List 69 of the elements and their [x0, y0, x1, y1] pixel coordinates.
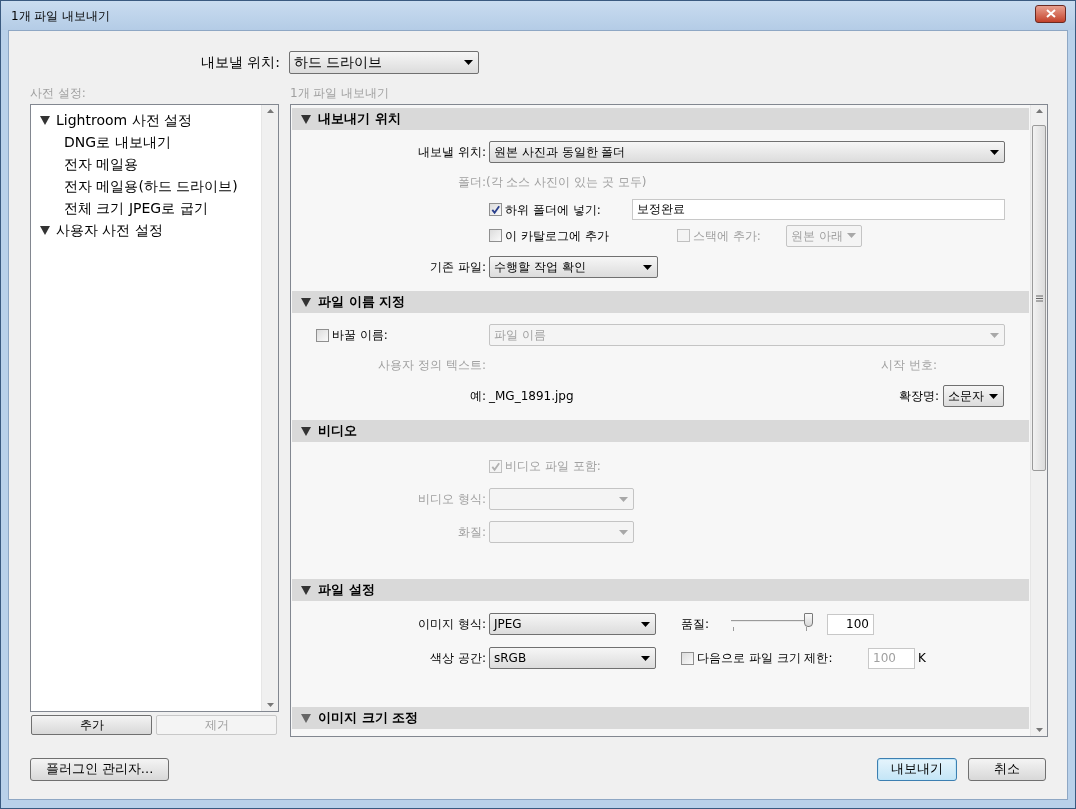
- presets-label: 사전 설정:: [30, 85, 87, 102]
- checkbox[interactable]: 다음으로 파일 크기 제한:: [681, 649, 833, 667]
- field-label: 내보낼 위치:: [417, 144, 486, 161]
- caret-icon: [641, 655, 650, 661]
- preset-button[interactable]: 추가: [31, 715, 152, 735]
- field-label: 기존 파일:: [429, 259, 486, 276]
- checkmark-icon: [490, 460, 501, 472]
- field-label: 비디오 형식:: [417, 491, 486, 508]
- dropdown[interactable]: 소문자: [943, 385, 1004, 407]
- label-text: _MG_1891.jpg: [489, 388, 574, 405]
- preset-item[interactable]: 전체 크기 JPEG로 굽기: [40, 197, 261, 219]
- checkbox[interactable]: 하위 폴더에 넣기:: [489, 200, 601, 219]
- dropdown[interactable]: 원본 사진과 동일한 폴더: [489, 141, 1005, 163]
- label-text: 확장명:: [898, 388, 939, 405]
- scroll-down-icon: [1035, 728, 1043, 732]
- preset-item[interactable]: DNG로 내보내기: [40, 131, 261, 153]
- field-label: 예:: [468, 388, 486, 405]
- dropdown[interactable]: 수행할 작업 확인: [489, 256, 658, 278]
- scroll-up-icon: [266, 109, 274, 113]
- grip-icon: [1035, 294, 1043, 302]
- scrollbar-thumb[interactable]: [1032, 125, 1046, 471]
- preset-folder[interactable]: 사용자 사전 설정: [40, 219, 261, 241]
- section-header[interactable]: 비디오: [292, 420, 1029, 442]
- checkbox[interactable]: 바꿀 이름:: [316, 326, 388, 344]
- close-icon: [1045, 9, 1056, 18]
- section-header[interactable]: 이미지 크기 조정: [292, 707, 1029, 729]
- text-field[interactable]: 보정완료: [632, 199, 1005, 220]
- dropdown[interactable]: JPEG: [489, 613, 656, 635]
- panel-caption: 1개 파일 내보내기: [290, 85, 391, 102]
- preset-folder[interactable]: Lightroom 사전 설정: [40, 109, 261, 131]
- checkbox[interactable]: 이 카탈로그에 추가: [489, 226, 609, 245]
- caret-icon: [619, 529, 628, 535]
- label-text: 시작 번호:: [881, 357, 937, 374]
- window-title: 1개 파일 내보내기: [11, 7, 111, 25]
- dialog-button[interactable]: 내보내기: [877, 757, 957, 781]
- checkmark-icon: [490, 204, 501, 215]
- export-to-dropdown[interactable]: 하드 드라이브: [289, 51, 479, 74]
- label-text: K: [918, 650, 926, 667]
- export-to-label: 내보낼 위치:: [199, 53, 280, 72]
- plugin-manager-button[interactable]: 플러그인 관리자...: [30, 757, 169, 781]
- dialog-button[interactable]: 취소: [968, 757, 1046, 781]
- preset-item[interactable]: 전자 메일용: [40, 153, 261, 175]
- label-text: 품질:: [681, 616, 711, 633]
- close-button[interactable]: [1035, 4, 1066, 23]
- preset-item[interactable]: 전자 메일용(하드 드라이브): [40, 175, 261, 197]
- scroll-down-icon: [266, 703, 274, 707]
- scrollbar[interactable]: [1030, 105, 1047, 736]
- caret-icon: [990, 149, 999, 155]
- field-label: 폴더:: [456, 174, 486, 191]
- section-header[interactable]: 파일 이름 지정: [292, 291, 1029, 313]
- scroll-up-icon: [1035, 109, 1043, 113]
- caret-icon: [847, 233, 856, 238]
- label-text: (각 소스 사진이 있는 곳 모두): [486, 174, 647, 191]
- scrollbar[interactable]: [261, 105, 278, 711]
- caret-icon: [641, 621, 650, 627]
- field-label: 색상 공간:: [429, 650, 486, 667]
- slider-thumb[interactable]: [804, 613, 813, 627]
- caret-icon: [619, 496, 628, 502]
- field-label: 화질:: [456, 524, 486, 541]
- caret-icon: [464, 60, 473, 65]
- caret-icon: [643, 264, 652, 270]
- section-header[interactable]: 내보내기 위치: [292, 108, 1029, 130]
- section-header[interactable]: 파일 설정: [292, 579, 1029, 601]
- field-label: 사용자 정의 텍스트:: [377, 357, 486, 374]
- field-label: 이미지 형식:: [417, 616, 486, 633]
- text-field[interactable]: 100: [827, 613, 874, 635]
- caret-icon: [989, 393, 998, 399]
- dropdown[interactable]: sRGB: [489, 647, 656, 669]
- caret-icon: [990, 332, 999, 338]
